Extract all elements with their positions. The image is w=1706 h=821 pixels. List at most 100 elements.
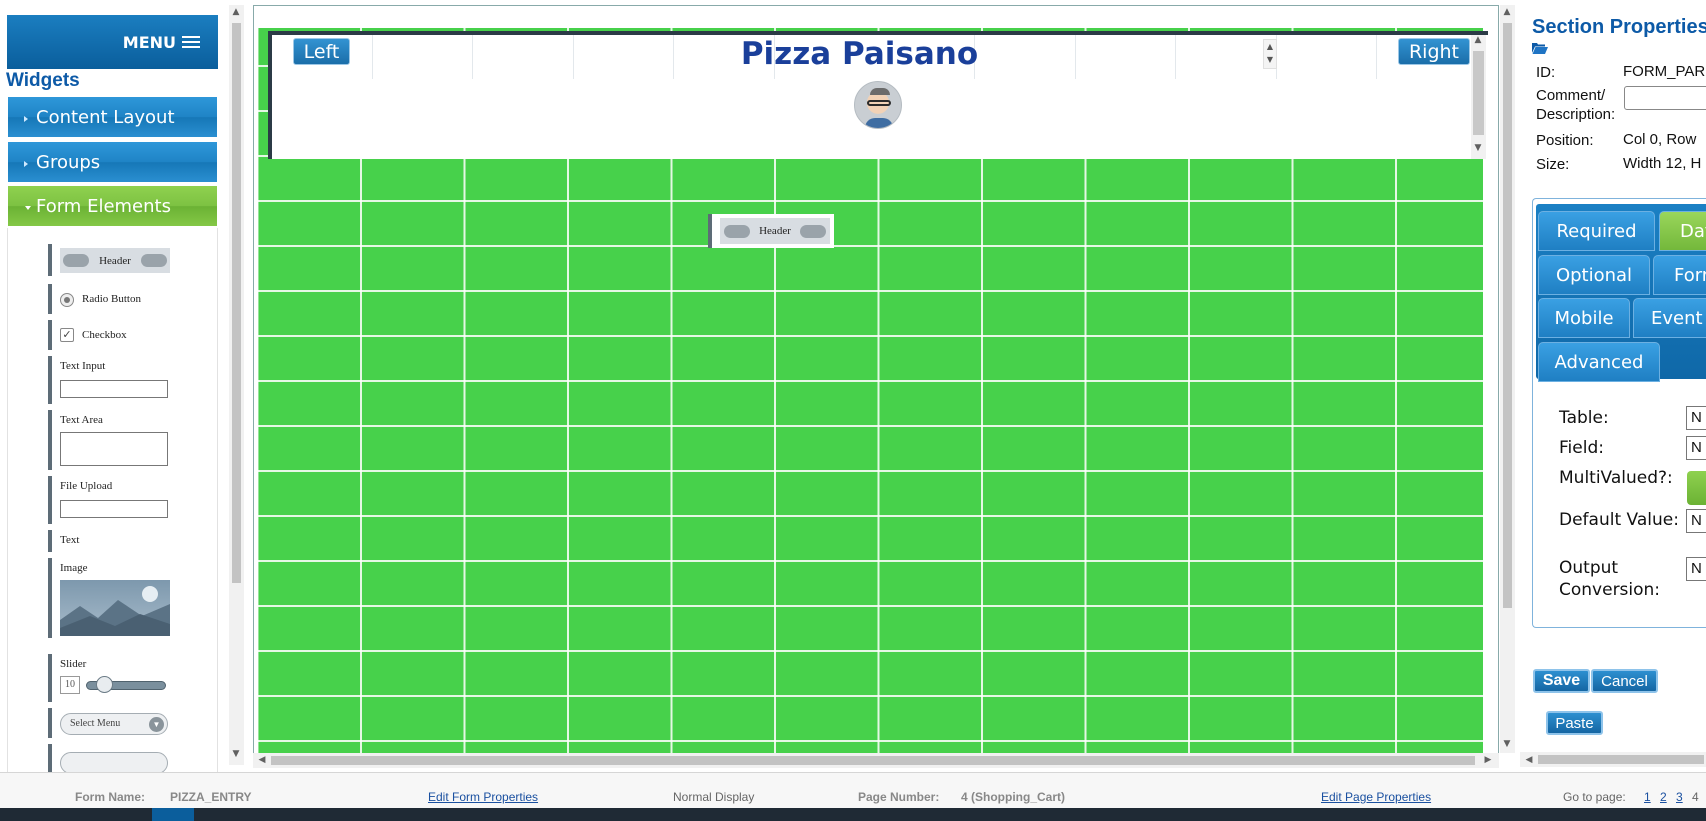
- widget-slider[interactable]: Slider 10: [48, 654, 178, 702]
- edit-form-properties-link[interactable]: Edit Form Properties: [428, 790, 538, 804]
- select-menu-preview: Select Menu ▼: [60, 713, 168, 735]
- tab-events[interactable]: Event: [1633, 298, 1706, 338]
- default-value-input[interactable]: N: [1686, 509, 1706, 533]
- scroll-right-icon[interactable]: ▶: [1481, 755, 1495, 765]
- form-name-label: Form Name:: [75, 790, 146, 804]
- header-preview: Header: [60, 248, 170, 273]
- header-scrollbar[interactable]: ▲ ▼: [1471, 35, 1486, 159]
- properties-panel: Section Properties ID: FORM_PAR Comment/…: [1520, 0, 1706, 772]
- category-label: Content Layout: [36, 106, 175, 128]
- mini-scroll-icon[interactable]: ▲ ▼: [1263, 39, 1277, 69]
- page-link-3[interactable]: 3: [1676, 790, 1683, 804]
- tab-advanced[interactable]: Advanced: [1538, 342, 1660, 382]
- menu-button[interactable]: MENU: [7, 15, 218, 69]
- widget-panel-scrollbar[interactable]: ▲ ▼: [229, 5, 244, 765]
- tab-mobile[interactable]: Mobile: [1538, 298, 1630, 338]
- scroll-thumb[interactable]: [1538, 755, 1704, 764]
- taskbar: [0, 808, 1706, 821]
- widget-file-upload[interactable]: File Upload: [48, 476, 178, 524]
- widget-text-input[interactable]: Text Input: [48, 356, 178, 404]
- edit-page-properties-link[interactable]: Edit Page Properties: [1321, 790, 1431, 804]
- cancel-button[interactable]: Cancel: [1591, 669, 1658, 693]
- pill-icon: [724, 224, 750, 238]
- form-canvas[interactable]: Left Pizza Paisano Right ▲ ▼ ▲ ▼ Header: [253, 5, 1499, 765]
- folder-open-icon[interactable]: [1532, 42, 1548, 54]
- header-widget-preview: Header: [720, 218, 830, 244]
- multivalued-toggle[interactable]: [1687, 471, 1706, 505]
- page-link-4[interactable]: 4: [1692, 790, 1699, 804]
- field-select[interactable]: N: [1686, 436, 1706, 460]
- dragged-header-widget[interactable]: Header: [708, 214, 834, 248]
- output-conversion-label: Output Conversion:: [1559, 558, 1661, 600]
- paste-button[interactable]: Paste: [1546, 711, 1603, 735]
- category-content-layout[interactable]: Content Layout: [7, 96, 218, 138]
- scroll-down-icon[interactable]: ▼: [229, 749, 243, 759]
- widget-select-menu[interactable]: Select Menu ▼: [48, 708, 178, 738]
- position-label: Position:: [1536, 132, 1594, 149]
- category-label: Form Elements: [36, 195, 171, 217]
- position-value: Col 0, Row: [1623, 131, 1697, 148]
- scroll-up-icon[interactable]: ▲: [1500, 7, 1514, 17]
- page-number-label: Page Number:: [858, 790, 940, 804]
- status-bar: Form Name: PIZZA_ENTRY Edit Form Propert…: [0, 772, 1706, 808]
- page-link-1[interactable]: 1: [1644, 790, 1651, 804]
- widget-text-area[interactable]: Text Area: [48, 410, 178, 470]
- header-section[interactable]: Left Pizza Paisano Right ▲ ▼ ▲ ▼: [268, 31, 1488, 159]
- slider-value: 10: [60, 676, 80, 694]
- expanded-arrow-icon: [25, 206, 31, 210]
- id-label: ID:: [1536, 64, 1556, 81]
- widget-slider-label: Slider: [60, 658, 87, 670]
- save-button[interactable]: Save: [1533, 669, 1590, 693]
- canvas-horizontal-scrollbar[interactable]: ◀ ▶: [253, 753, 1499, 768]
- hamburger-icon: [182, 33, 200, 51]
- category-groups[interactable]: Groups: [7, 141, 218, 183]
- slider-knob: [96, 676, 113, 693]
- select-menu-label: Select Menu: [70, 718, 121, 729]
- field-label: Field:: [1559, 438, 1604, 458]
- page-number-value: 4 (Shopping_Cart): [961, 790, 1065, 804]
- page-link-2[interactable]: 2: [1660, 790, 1667, 804]
- canvas-vertical-scrollbar[interactable]: ▲ ▼: [1500, 5, 1515, 753]
- multivalued-label: MultiValued?:: [1559, 468, 1673, 488]
- pill-icon: [799, 224, 826, 238]
- scroll-down-icon[interactable]: ▼: [1471, 143, 1485, 153]
- scroll-left-icon[interactable]: ◀: [1522, 754, 1536, 765]
- tab-required[interactable]: Required: [1538, 211, 1655, 251]
- goto-page-label: Go to page:: [1563, 790, 1626, 804]
- logo-hair: [870, 88, 890, 95]
- button-preview: [60, 752, 168, 772]
- tab-strip: Required Dat Optional Forr Mobile Event …: [1536, 204, 1706, 382]
- tab-data[interactable]: Dat: [1659, 211, 1706, 251]
- start-button[interactable]: [152, 808, 194, 821]
- scroll-thumb[interactable]: [1473, 51, 1484, 135]
- widget-image[interactable]: Image: [48, 558, 178, 638]
- scroll-thumb[interactable]: [232, 23, 241, 583]
- scroll-thumb[interactable]: [271, 756, 1475, 765]
- widget-text-input-label: Text Input: [60, 360, 106, 372]
- widget-checkbox[interactable]: ✓ Checkbox: [48, 320, 178, 350]
- output-conversion-input[interactable]: N: [1686, 557, 1706, 581]
- scroll-down-icon[interactable]: ▼: [1500, 739, 1514, 749]
- properties-horizontal-scrollbar[interactable]: ◀: [1520, 752, 1706, 767]
- header-widget-label: Header: [759, 225, 791, 237]
- widget-radio-button[interactable]: Radio Button: [48, 284, 178, 314]
- scroll-up-icon[interactable]: ▲: [229, 7, 243, 17]
- comment-input[interactable]: [1624, 86, 1706, 110]
- category-form-elements[interactable]: Form Elements: [7, 185, 218, 227]
- widget-button[interactable]: [48, 744, 178, 772]
- widget-panel: MENU Widgets Content Layout Groups Form …: [0, 0, 247, 772]
- widget-text-label: Text: [60, 534, 80, 546]
- scroll-left-icon[interactable]: ◀: [255, 755, 269, 765]
- scroll-up-icon[interactable]: ▲: [1471, 35, 1485, 45]
- widget-image-label: Image: [60, 562, 88, 574]
- tab-format[interactable]: Forr: [1653, 255, 1706, 295]
- right-button[interactable]: Right: [1398, 38, 1470, 65]
- widget-file-upload-label: File Upload: [60, 480, 113, 492]
- widget-header[interactable]: Header: [48, 244, 178, 276]
- logo-image: [854, 81, 902, 129]
- widget-text[interactable]: Text: [48, 530, 178, 552]
- text-input-preview: [60, 380, 168, 398]
- table-select[interactable]: N: [1686, 406, 1706, 430]
- tab-optional[interactable]: Optional: [1538, 255, 1650, 295]
- scroll-thumb[interactable]: [1503, 23, 1512, 608]
